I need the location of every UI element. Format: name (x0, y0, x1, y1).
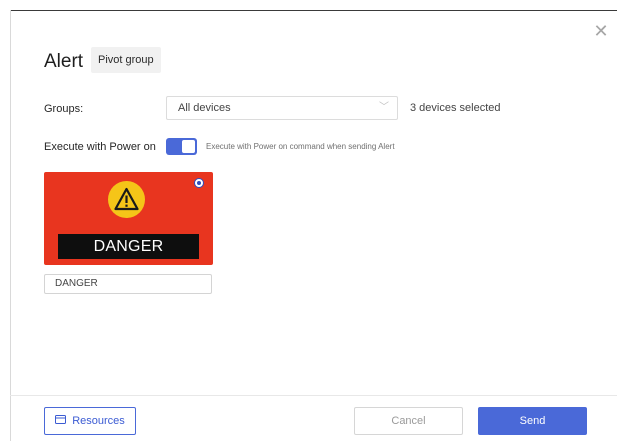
alert-image-card[interactable]: DANGER (44, 172, 213, 265)
window-left-border (10, 10, 11, 441)
power-on-hint: Execute with Power on command when sendi… (206, 142, 395, 151)
pivot-group-badge[interactable]: Pivot group (91, 47, 161, 73)
dialog-title: Alert (44, 51, 84, 72)
resources-label: Resources (72, 415, 125, 427)
toggle-knob (182, 140, 195, 153)
alert-name-field[interactable]: DANGER (44, 274, 212, 294)
cancel-button[interactable]: Cancel (354, 407, 463, 435)
resources-button[interactable]: Resources (44, 407, 136, 435)
selected-count-text: 3 devices selected (410, 102, 501, 114)
chevron-down-icon: ﹀ (379, 102, 389, 113)
footer-divider (10, 395, 617, 396)
power-on-toggle[interactable] (166, 138, 197, 155)
warning-triangle-icon (108, 181, 145, 218)
window-top-border (10, 10, 617, 11)
card-select-radio[interactable] (194, 178, 204, 188)
groups-select[interactable]: All devices ﹀ (166, 96, 398, 120)
groups-select-value: All devices (178, 102, 231, 114)
send-button[interactable]: Send (478, 407, 587, 435)
groups-label: Groups: (44, 103, 84, 115)
danger-banner: DANGER (58, 234, 199, 259)
close-icon[interactable]: ✕ (592, 22, 610, 40)
folder-icon (55, 408, 67, 434)
power-on-label: Execute with Power on (44, 141, 156, 153)
